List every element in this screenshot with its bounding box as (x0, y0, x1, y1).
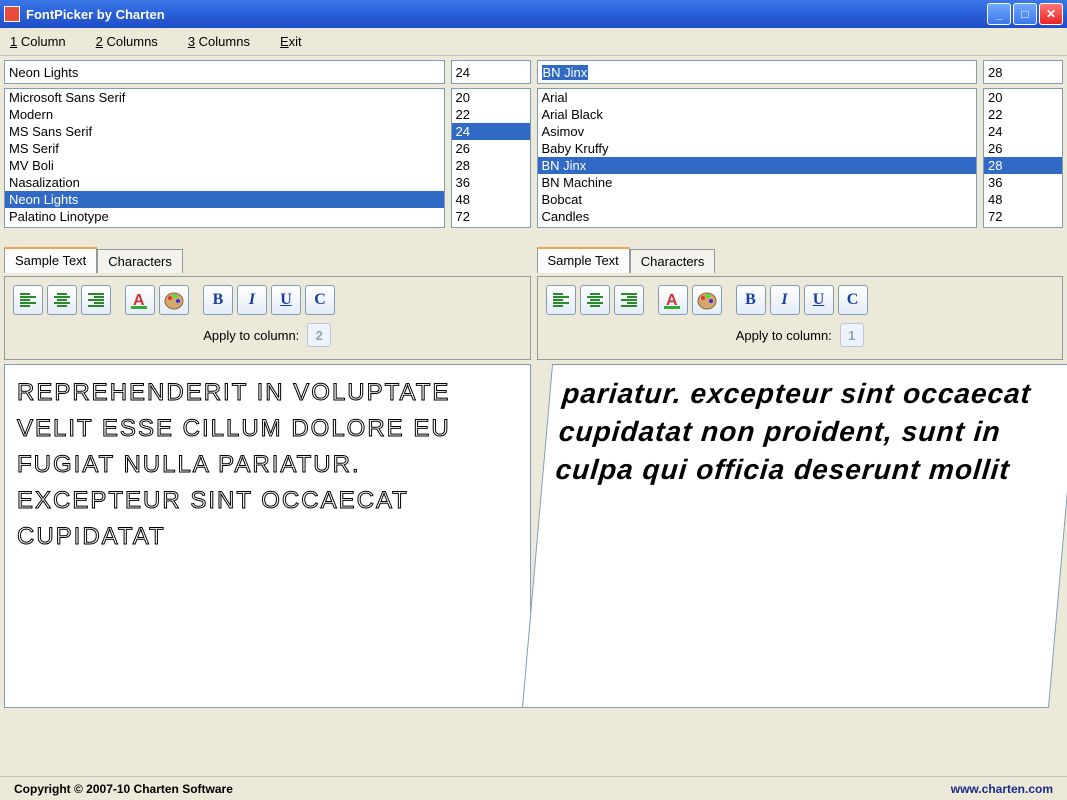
apply-label: Apply to column: (203, 328, 299, 343)
list-item[interactable]: Microsoft Sans Serif (5, 89, 444, 106)
size-list[interactable]: 2022242628364872 (983, 88, 1063, 228)
apply-label: Apply to column: (736, 328, 832, 343)
list-item[interactable]: Candles (538, 208, 977, 225)
menu-2-columns[interactable]: 2 Columns (96, 34, 158, 49)
menu-3-columns[interactable]: 3 Columns (188, 34, 250, 49)
case-button[interactable]: C (838, 285, 868, 315)
align-center-icon[interactable] (47, 285, 77, 315)
list-item[interactable]: Modern (5, 106, 444, 123)
list-item[interactable]: 28 (984, 157, 1062, 174)
align-right-icon[interactable] (614, 285, 644, 315)
font-color-icon[interactable]: A (658, 285, 688, 315)
list-item[interactable]: 72 (984, 208, 1062, 225)
copyright-text: Copyright © 2007-10 Charten Software (14, 782, 951, 796)
font-list[interactable]: Microsoft Sans SerifModernMS Sans SerifM… (4, 88, 445, 228)
list-item[interactable]: 48 (984, 191, 1062, 208)
list-item[interactable]: 28 (452, 157, 530, 174)
list-item[interactable]: MS Serif (5, 140, 444, 157)
column-1: Microsoft Sans SerifModernMS Sans SerifM… (4, 60, 531, 708)
underline-button[interactable]: U (271, 285, 301, 315)
list-item[interactable]: Asimov (538, 123, 977, 140)
italic-button[interactable]: I (237, 285, 267, 315)
underline-button[interactable]: U (804, 285, 834, 315)
statusbar: Copyright © 2007-10 Charten Software www… (0, 776, 1067, 800)
palette-icon[interactable] (692, 285, 722, 315)
maximize-button[interactable]: □ (1013, 3, 1037, 25)
case-button[interactable]: C (305, 285, 335, 315)
list-item[interactable]: Arial (538, 89, 977, 106)
minimize-button[interactable]: _ (987, 3, 1011, 25)
list-item[interactable]: 22 (452, 106, 530, 123)
size-list[interactable]: 2022242628364872 (451, 88, 531, 228)
font-size-input[interactable] (983, 60, 1063, 84)
list-item[interactable]: BN Jinx (538, 157, 977, 174)
font-size-input[interactable] (451, 60, 531, 84)
list-item[interactable]: 26 (452, 140, 530, 157)
palette-icon[interactable] (159, 285, 189, 315)
align-right-icon[interactable] (81, 285, 111, 315)
list-item[interactable]: Arial Black (538, 106, 977, 123)
menubar: 1 Column 2 Columns 3 Columns Exit (0, 28, 1067, 56)
window-title: FontPicker by Charten (26, 7, 987, 22)
list-item[interactable]: MV Boli (5, 157, 444, 174)
app-icon (4, 6, 20, 22)
font-name-input[interactable]: BN Jinx (537, 60, 978, 84)
list-item[interactable]: 26 (984, 140, 1062, 157)
tab-characters[interactable]: Characters (97, 249, 183, 273)
list-item[interactable]: 24 (984, 123, 1062, 140)
list-item[interactable]: 48 (452, 191, 530, 208)
close-button[interactable]: ✕ (1039, 3, 1063, 25)
tab-sample-text[interactable]: Sample Text (4, 247, 97, 273)
list-item[interactable]: 20 (984, 89, 1062, 106)
font-list[interactable]: ArialArial BlackAsimovBaby KruffyBN Jinx… (537, 88, 978, 228)
list-item[interactable]: Neon Lights (5, 191, 444, 208)
column-2: BN JinxArialArial BlackAsimovBaby Kruffy… (537, 60, 1064, 708)
list-item[interactable]: Baby Kruffy (538, 140, 977, 157)
bold-button[interactable]: B (736, 285, 766, 315)
menu-1-column[interactable]: 1 Column (10, 34, 66, 49)
align-left-icon[interactable] (546, 285, 576, 315)
preview-area[interactable]: pariatur. Excepteur sint occaecat cupida… (521, 364, 1067, 708)
italic-button[interactable]: I (770, 285, 800, 315)
list-item[interactable]: 20 (452, 89, 530, 106)
list-item[interactable]: 22 (984, 106, 1062, 123)
apply-column-button[interactable]: 2 (307, 323, 331, 347)
list-item[interactable]: 72 (452, 208, 530, 225)
list-item[interactable]: Bobcat (538, 191, 977, 208)
apply-column-button[interactable]: 1 (840, 323, 864, 347)
font-color-icon[interactable]: A (125, 285, 155, 315)
list-item[interactable]: 36 (984, 174, 1062, 191)
font-name-input[interactable] (4, 60, 445, 84)
preview-area[interactable]: reprehenderit in voluptate velit esse ci… (4, 364, 531, 708)
list-item[interactable]: Palatino Linotype (5, 208, 444, 225)
website-url[interactable]: www.charten.com (951, 782, 1053, 796)
list-item[interactable]: BN Machine (538, 174, 977, 191)
tab-characters[interactable]: Characters (630, 249, 716, 273)
tab-sample-text[interactable]: Sample Text (537, 247, 630, 273)
align-center-icon[interactable] (580, 285, 610, 315)
list-item[interactable]: MS Sans Serif (5, 123, 444, 140)
titlebar: FontPicker by Charten _ □ ✕ (0, 0, 1067, 28)
bold-button[interactable]: B (203, 285, 233, 315)
list-item[interactable]: 24 (452, 123, 530, 140)
menu-exit[interactable]: Exit (280, 34, 302, 49)
list-item[interactable]: Nasalization (5, 174, 444, 191)
list-item[interactable]: 36 (452, 174, 530, 191)
align-left-icon[interactable] (13, 285, 43, 315)
